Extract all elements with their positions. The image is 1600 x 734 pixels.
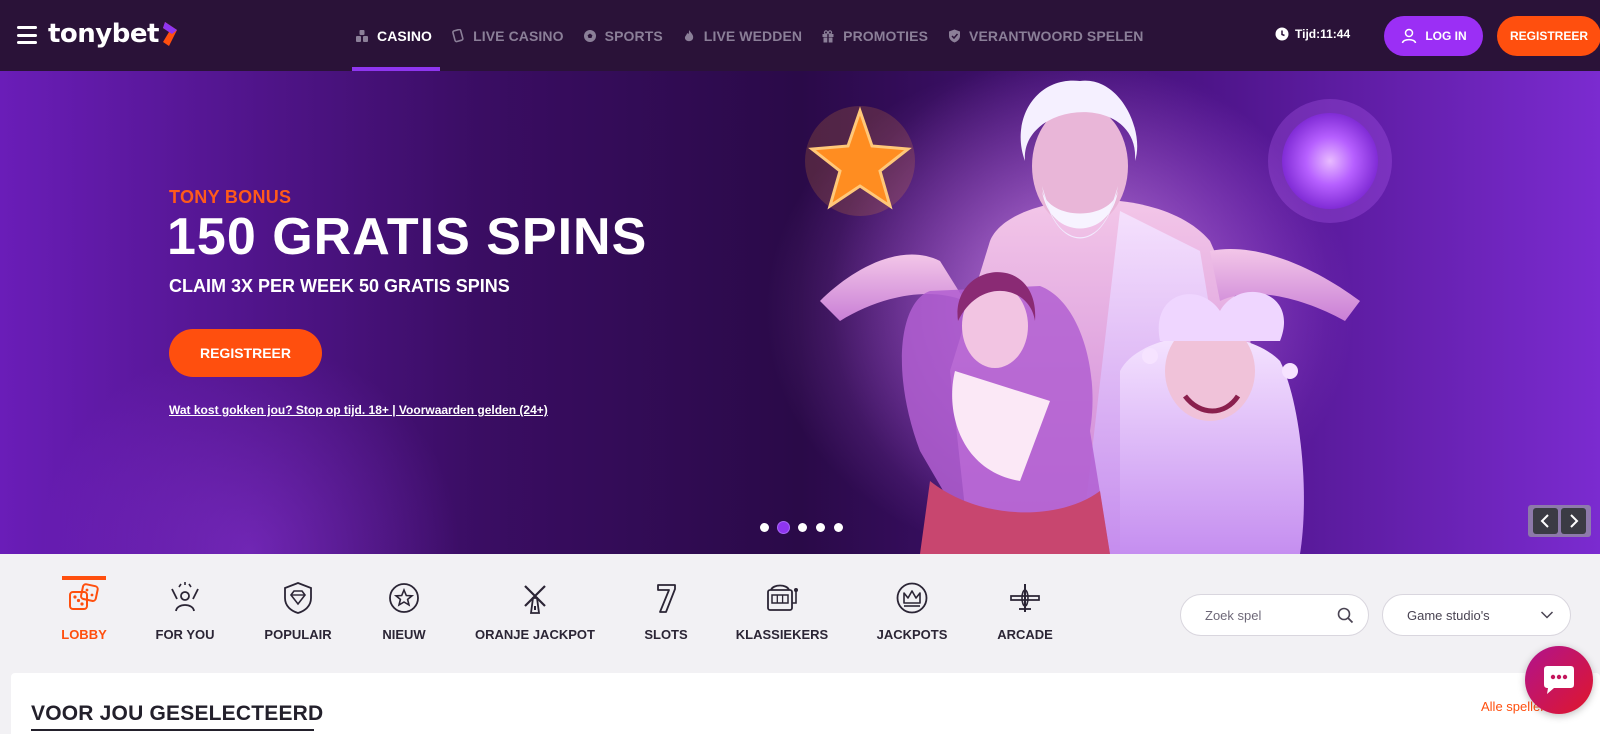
hero-illustration	[805, 71, 1392, 554]
search-field[interactable]	[1180, 594, 1369, 636]
slide-dot-4[interactable]	[816, 523, 825, 532]
lucky-seven-icon	[649, 581, 683, 615]
slide-dot-3[interactable]	[798, 523, 807, 532]
soccer-ball-icon	[582, 28, 598, 44]
category-oranje-jackpot[interactable]: ORANJE JACKPOT	[473, 554, 597, 664]
category-klassiekers[interactable]: KLASSIEKERS	[736, 554, 828, 664]
category-label: LOBBY	[61, 627, 107, 642]
register-label: REGISTREER	[1509, 29, 1588, 43]
dice-icon	[67, 581, 101, 615]
hero-banner: TONY BONUS 150 GRATIS SPINS CLAIM 3X PER…	[0, 71, 1600, 554]
slide-indicator	[760, 522, 852, 533]
hero-register-button[interactable]: REGISTREER	[169, 329, 322, 377]
casino-icon	[354, 28, 370, 44]
nav-label: VERANTWOORD SPELEN	[969, 27, 1144, 44]
selected-games-panel: VOOR JOU GESELECTEERD Alle spellen	[11, 673, 1600, 734]
category-label: ARCADE	[997, 627, 1053, 642]
category-label: ORANJE JACKPOT	[475, 627, 595, 642]
category-populair[interactable]: POPULAIR	[258, 554, 338, 664]
hero-subtitle: CLAIM 3X PER WEEK 50 GRATIS SPINS	[169, 276, 510, 296]
nav-casino[interactable]: CASINO	[352, 0, 441, 71]
nav-sports[interactable]: SPORTS	[580, 0, 671, 71]
nav-label: CASINO	[377, 27, 433, 44]
next-slide-button[interactable]	[1561, 508, 1587, 534]
game-studios-select[interactable]: Game studio's	[1382, 594, 1571, 636]
main-nav: CASINO LIVE CASINO SPORTS LIVE WEDDEN PR…	[352, 0, 1160, 71]
category-arcade[interactable]: ARCADE	[994, 554, 1056, 664]
nav-label: LIVE CASINO	[473, 27, 564, 44]
nav-label: SPORTS	[604, 27, 663, 44]
nav-label: LIVE WEDDEN	[703, 27, 803, 44]
nav-label: PROMOTIES	[843, 27, 929, 44]
category-label: FOR YOU	[155, 627, 215, 642]
tonybet-logo[interactable]: tonybet	[48, 16, 180, 52]
chat-bubble-icon	[1544, 666, 1574, 694]
login-label: LOG IN	[1425, 29, 1467, 43]
prev-slide-button[interactable]	[1532, 508, 1558, 534]
celebration-icon	[168, 581, 202, 615]
game-studios-value: Game studio's	[1407, 607, 1490, 623]
login-button[interactable]: LOG IN	[1384, 16, 1483, 56]
hero-eyebrow: TONY BONUS	[169, 187, 292, 207]
hero-disclaimer-link[interactable]: Wat kost gokken jou? Stop op tijd. 18+ |…	[169, 403, 548, 417]
category-nieuw[interactable]: NIEUW	[376, 554, 432, 664]
slot-machine-icon	[765, 581, 799, 615]
hero-title: 150 GRATIS SPINS	[167, 208, 648, 266]
user-icon	[1402, 28, 1417, 44]
chevron-left-icon	[1540, 514, 1549, 528]
star-badge-icon	[387, 581, 421, 615]
category-slots[interactable]: SLOTS	[640, 554, 692, 664]
chat-button[interactable]	[1525, 646, 1593, 714]
slide-dot-2[interactable]	[778, 522, 789, 533]
nav-live-wedden[interactable]: LIVE WEDDEN	[679, 0, 810, 71]
windmill-icon	[518, 581, 552, 615]
chevron-right-icon	[1570, 514, 1579, 528]
nav-live-casino[interactable]: LIVE CASINO	[448, 0, 572, 71]
airplane-icon	[1008, 581, 1042, 615]
category-label: NIEUW	[382, 627, 426, 642]
brand-mark-icon	[162, 22, 177, 46]
category-for-you[interactable]: FOR YOU	[150, 554, 220, 664]
shield-icon	[946, 28, 962, 44]
crown-icon	[895, 581, 929, 615]
clock: Tijd:11:44	[1275, 27, 1350, 41]
register-button[interactable]: REGISTREER	[1497, 16, 1600, 56]
search-icon	[1337, 607, 1354, 624]
category-label: SLOTS	[644, 627, 688, 642]
top-bar: tonybet CASINO LIVE CASINO SPORTS LIVE W…	[0, 0, 1600, 71]
clock-icon	[1275, 27, 1289, 41]
category-label: JACKPOTS	[876, 627, 948, 642]
category-jackpots[interactable]: JACKPOTS	[874, 554, 950, 664]
category-lobby[interactable]: LOBBY	[56, 554, 112, 664]
nav-promoties[interactable]: PROMOTIES	[818, 0, 936, 71]
nav-verantwoord-spelen[interactable]: VERANTWOORD SPELEN	[944, 0, 1151, 71]
category-label: POPULAIR	[264, 627, 332, 642]
slide-dot-5[interactable]	[834, 523, 843, 532]
category-label: KLASSIEKERS	[735, 627, 829, 642]
live-casino-icon	[450, 28, 466, 44]
slide-dot-1[interactable]	[760, 523, 769, 532]
menu-icon[interactable]	[17, 26, 37, 44]
brand-name: tonybet	[48, 19, 159, 49]
section-title: VOOR JOU GESELECTEERD	[31, 702, 324, 725]
flame-icon	[681, 28, 697, 44]
section-title-underline	[31, 729, 314, 731]
diamond-badge-icon	[281, 581, 315, 615]
clock-text: Tijd:11:44	[1295, 27, 1351, 41]
chevron-down-icon	[1540, 611, 1554, 619]
slider-controls	[1528, 505, 1591, 537]
gift-icon	[820, 28, 836, 44]
search-input[interactable]	[1205, 607, 1325, 623]
